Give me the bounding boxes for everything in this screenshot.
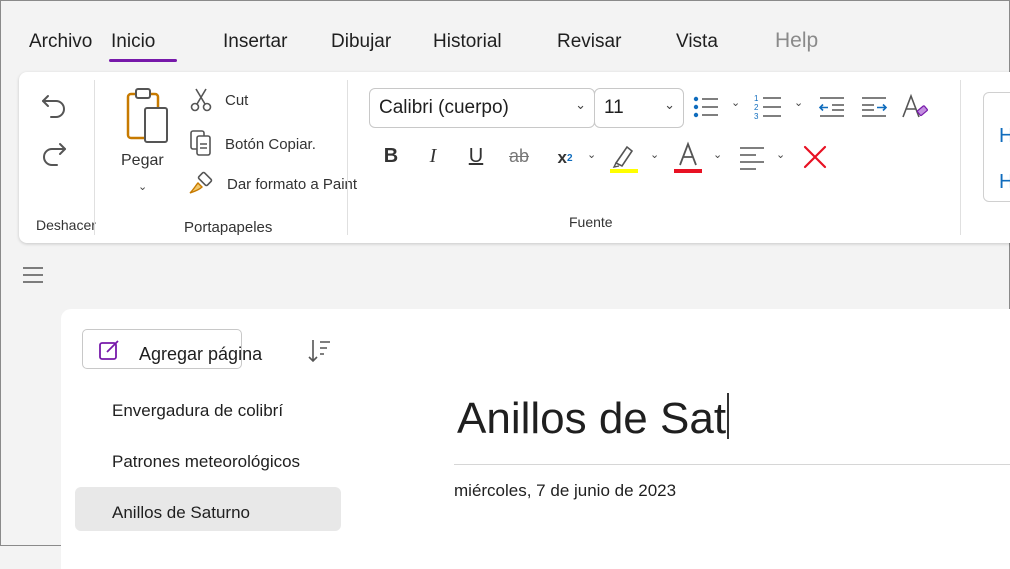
- underline-button[interactable]: U: [462, 142, 490, 170]
- paste-label: Pegar: [121, 152, 164, 169]
- strikethrough-button[interactable]: ab: [505, 142, 533, 170]
- menu-icon[interactable]: [19, 263, 47, 287]
- cut-button[interactable]: Cut: [225, 92, 248, 109]
- format-painter-button[interactable]: Dar formato a Paint: [227, 176, 357, 193]
- tab-archivo[interactable]: Archivo: [29, 31, 92, 53]
- subscript-button[interactable]: x2: [551, 144, 579, 172]
- tab-help[interactable]: Help: [775, 29, 818, 53]
- divider: [94, 80, 95, 235]
- divider: [347, 80, 348, 235]
- text-cursor: [727, 393, 730, 439]
- chevron-down-icon: ⌄: [664, 97, 675, 112]
- copy-icon[interactable]: [187, 128, 215, 158]
- page-title-text: Anillos de Sat: [457, 394, 727, 443]
- paste-chevron-icon[interactable]: ⌄: [138, 180, 147, 193]
- clipboard-icon: [126, 88, 168, 143]
- redo-icon: [43, 143, 66, 166]
- format-painter-icon[interactable]: [185, 168, 215, 198]
- decrease-indent-icon[interactable]: [817, 92, 847, 122]
- active-tab-indicator: [109, 59, 177, 62]
- highlight-icon[interactable]: [609, 140, 639, 174]
- add-page-label: Agregar página: [139, 344, 263, 364]
- font-name-dropdown[interactable]: Calibri (cuerpo) ⌄: [369, 88, 595, 128]
- undo-group-label: Deshacer: [36, 217, 96, 233]
- page-date: miércoles, 7 de junio de 2023: [454, 481, 677, 500]
- page-item-selected[interactable]: Anillos de Saturno: [112, 503, 250, 523]
- svg-text:2: 2: [754, 103, 759, 112]
- styles-gallery-glyph: HH: [999, 113, 1010, 201]
- page-item[interactable]: Patrones meteorológicos: [112, 452, 300, 472]
- tab-vista[interactable]: Vista: [676, 31, 718, 53]
- svg-text:3: 3: [754, 112, 759, 121]
- bold-button[interactable]: B: [377, 142, 405, 170]
- tab-inicio[interactable]: Inicio: [111, 31, 155, 53]
- numbering-icon[interactable]: 123: [753, 92, 783, 122]
- clear-formatting-icon[interactable]: [800, 142, 830, 172]
- page-item[interactable]: Envergadura de colibrí: [112, 401, 283, 421]
- undo-button[interactable]: [37, 88, 71, 122]
- clipboard-group-label: Portapapeles: [184, 219, 273, 236]
- bullets-icon[interactable]: [691, 92, 721, 122]
- cut-icon[interactable]: [187, 86, 215, 114]
- tab-historial[interactable]: Historial: [433, 31, 502, 53]
- add-page-button[interactable]: Agregar página: [82, 329, 262, 369]
- sort-icon[interactable]: [304, 337, 334, 365]
- divider: [960, 80, 961, 235]
- styles-gallery[interactable]: HH: [983, 92, 1010, 202]
- new-page-icon: [99, 340, 119, 360]
- align-icon[interactable]: [737, 142, 767, 172]
- chevron-down-icon: ⌄: [575, 97, 586, 112]
- align-chevron-icon[interactable]: ⌄: [776, 148, 785, 161]
- font-name-value: Calibri (cuerpo): [379, 97, 509, 118]
- tab-insertar[interactable]: Insertar: [223, 31, 287, 53]
- increase-indent-icon[interactable]: [859, 92, 889, 122]
- styles-icon[interactable]: [900, 92, 932, 122]
- font-color-chevron-icon[interactable]: ⌄: [713, 148, 722, 161]
- undo-icon: [42, 95, 65, 118]
- numbering-chevron-icon[interactable]: ⌄: [794, 96, 803, 109]
- italic-button[interactable]: I: [419, 142, 447, 170]
- font-color-icon[interactable]: [673, 140, 703, 174]
- subscript-chevron-icon[interactable]: ⌄: [587, 148, 596, 161]
- bullets-chevron-icon[interactable]: ⌄: [731, 96, 740, 109]
- ribbon: Deshacer Pegar ⌄ Cut Botón Copiar. Dar f…: [19, 72, 1010, 243]
- page-title[interactable]: Anillos de Sat: [457, 393, 730, 444]
- font-size-value: 11: [604, 97, 624, 118]
- font-group-label: Fuente: [569, 214, 613, 230]
- highlight-chevron-icon[interactable]: ⌄: [650, 148, 659, 161]
- tab-dibujar[interactable]: Dibujar: [331, 31, 391, 53]
- font-size-dropdown[interactable]: 11 ⌄: [594, 88, 684, 128]
- svg-text:1: 1: [754, 94, 759, 103]
- tab-revisar[interactable]: Revisar: [557, 31, 621, 53]
- title-underline: [454, 464, 1010, 465]
- copy-button[interactable]: Botón Copiar.: [225, 136, 316, 153]
- redo-button[interactable]: [37, 136, 71, 170]
